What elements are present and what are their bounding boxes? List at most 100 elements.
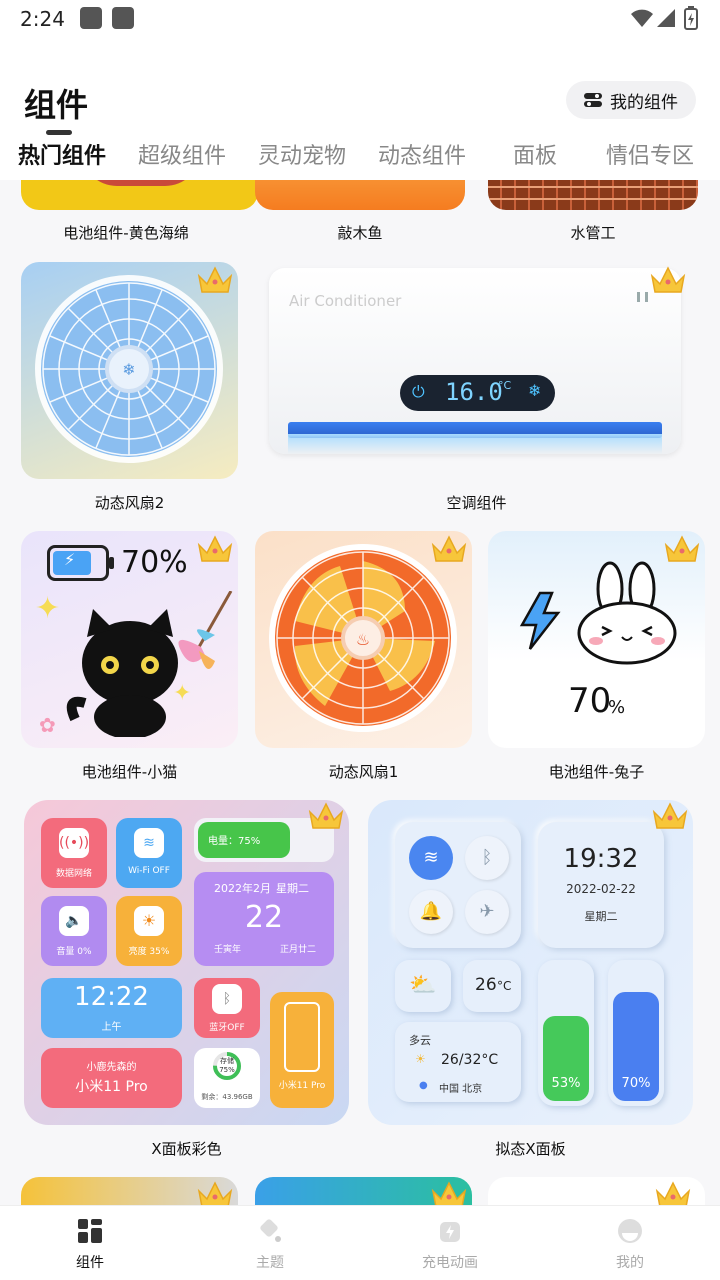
widget-card-aircon[interactable]: Air Conditioner ⏻ 16.0 °C ❄	[255, 262, 698, 462]
widget-card[interactable]	[255, 1177, 472, 1205]
widget-card-sponge[interactable]	[21, 180, 258, 210]
snowflake-icon: ❄	[528, 381, 542, 400]
weather-icon: ⛅	[395, 960, 451, 1012]
widget-label: 敲木鱼	[337, 224, 383, 242]
wifi-tile: ≋ Wi-Fi OFF	[116, 818, 182, 888]
battery-icon	[684, 6, 698, 30]
svg-text:❄: ❄	[122, 360, 135, 379]
widget-card-woodfish[interactable]	[255, 180, 465, 210]
my-widgets-label: 我的组件	[610, 92, 678, 113]
tab-panel[interactable]: 面板	[513, 138, 557, 170]
lightning-icon	[519, 591, 561, 650]
widget-label: 水管工	[570, 224, 616, 242]
crown-icon	[431, 1181, 467, 1205]
widget-card-fan1[interactable]: ♨	[255, 531, 472, 748]
crown-icon	[664, 535, 700, 562]
aircon-unit: °C	[498, 379, 512, 392]
fan-icon: ♨	[269, 544, 457, 732]
crown-icon	[431, 535, 467, 562]
flower-icon: ✿	[39, 713, 56, 737]
brightness-tile: ☀ 亮度 35%	[116, 896, 182, 966]
clock-tile: 12:22 上午	[41, 978, 182, 1038]
crown-icon	[308, 802, 344, 829]
nav-charging[interactable]: 充电动画	[390, 1206, 510, 1280]
clock-tile: 19:32 2022-02-22 星期二	[538, 822, 664, 948]
widget-card[interactable]	[21, 1177, 238, 1205]
rabbit-illustration	[577, 561, 677, 665]
bluetooth-icon: ᛒ	[465, 836, 509, 880]
calendar-tile: 2022年2月 星期二 22 壬寅年 正月廿二	[194, 872, 334, 966]
widgets-icon	[78, 1219, 102, 1243]
widget-card-rabbit[interactable]: 70 %	[488, 531, 705, 748]
nav-widgets[interactable]: 组件	[30, 1206, 150, 1280]
connectivity-tile: ≋ ᛒ 🔔 ✈	[395, 822, 521, 948]
rabbit-battery-percent: 70	[568, 681, 612, 721]
widget-label: 电池组件-黄色海绵	[63, 224, 189, 242]
widget-card-skeu[interactable]: ≋ ᛒ 🔔 ✈ 19:32 2022-02-22 星期二 ⛅ 26 °C 多云 …	[368, 800, 693, 1125]
storage-bar: 70%	[608, 960, 664, 1106]
widget-label: 动态风扇1	[328, 763, 399, 781]
signal-icon	[657, 9, 675, 27]
aircon-brand: Air Conditioner	[289, 292, 402, 310]
tab-pet[interactable]: 灵动宠物	[258, 138, 346, 170]
widget-label: X面板彩色	[151, 1140, 222, 1158]
crown-icon	[197, 266, 233, 293]
rabbit-percent-unit: %	[608, 697, 626, 718]
widget-card-fan2[interactable]: ❄	[21, 262, 238, 479]
category-tabs: 热门组件 超级组件 灵动宠物 动态组件 面板 情侣专区	[0, 138, 720, 180]
my-widgets-button[interactable]: 我的组件	[566, 81, 696, 119]
storage-tile: 存储 75% 剩余：43.96GB	[194, 1048, 260, 1108]
widget-label: 拟态X面板	[495, 1140, 566, 1158]
bluetooth-tile: ᛒ 蓝牙OFF	[194, 978, 260, 1038]
widget-card-mario[interactable]	[488, 180, 698, 210]
sparkle-icon: ✦	[35, 591, 61, 626]
fan-icon: ❄	[35, 275, 223, 463]
widget-label: 电池组件-兔子	[548, 763, 645, 781]
airplane-icon: ✈	[465, 890, 509, 934]
power-icon: ⏻	[412, 382, 425, 401]
location-icon: ●	[419, 1080, 428, 1091]
tab-hot[interactable]: 热门组件	[18, 138, 106, 170]
widget-card-xpanel[interactable]: ((•)) 数据网络 ≋ Wi-Fi OFF 电量：75% 🔈 音量 0% ☀ …	[24, 800, 349, 1125]
charging-icon	[440, 1222, 460, 1242]
header: 组件 我的组件 热门组件 超级组件 灵动宠物 动态组件 面板 情侣专区	[0, 38, 720, 180]
crown-icon	[197, 1181, 233, 1205]
wifi-icon	[631, 9, 653, 27]
aircon-display: ⏻ 16.0 °C ❄	[400, 375, 555, 411]
crown-icon	[197, 535, 233, 562]
phone-tile: 小米11 Pro	[270, 992, 334, 1108]
weather-tile: 多云 ☀ 26/32°C ● 中国 北京	[395, 1022, 521, 1102]
nav-themes[interactable]: 主题	[210, 1206, 330, 1280]
svg-text:♨: ♨	[356, 630, 370, 649]
sun-icon: ☀	[415, 1052, 426, 1066]
feather-icon	[178, 591, 233, 669]
status-bar: 2:24	[0, 0, 720, 38]
tab-indicator	[46, 130, 72, 135]
sparkle-icon: ✦	[173, 681, 192, 706]
crown-icon	[650, 266, 686, 293]
theme-icon	[260, 1219, 281, 1242]
profile-icon	[618, 1219, 642, 1243]
bottom-nav: 组件 主题 充电动画 我的	[0, 1205, 720, 1280]
page-title: 组件	[24, 86, 89, 124]
nav-me[interactable]: 我的	[570, 1206, 690, 1280]
widget-grid[interactable]: 电池组件-黄色海绵 敲木鱼 水管工 ❄ 动态风扇2 Air Conditione…	[0, 180, 720, 1205]
tab-dynamic[interactable]: 动态组件	[378, 138, 466, 170]
widget-label: 电池组件-小猫	[81, 763, 178, 781]
widget-card-cat[interactable]: ⚡ 70% ✦ ✦ ✿	[21, 531, 238, 748]
aircon-temp: 16.0	[445, 378, 503, 406]
widget-label: 空调组件	[446, 494, 507, 512]
battery-bar: 53%	[538, 960, 594, 1106]
cat-battery-percent: 70%	[121, 545, 188, 580]
wifi-icon: ≋	[409, 836, 453, 880]
battery-icon: ⚡	[47, 545, 109, 581]
notification-icon	[80, 7, 102, 29]
toggle-icon	[584, 93, 602, 107]
tab-super[interactable]: 超级组件	[138, 138, 226, 170]
data-network-tile: ((•)) 数据网络	[41, 818, 107, 888]
widget-card[interactable]	[488, 1177, 705, 1205]
tab-couple[interactable]: 情侣专区	[606, 138, 694, 170]
crown-icon	[655, 1181, 691, 1205]
temp-tile: 26 °C	[463, 960, 521, 1012]
device-tile: 小鹿先森的 小米11 Pro	[41, 1048, 182, 1108]
